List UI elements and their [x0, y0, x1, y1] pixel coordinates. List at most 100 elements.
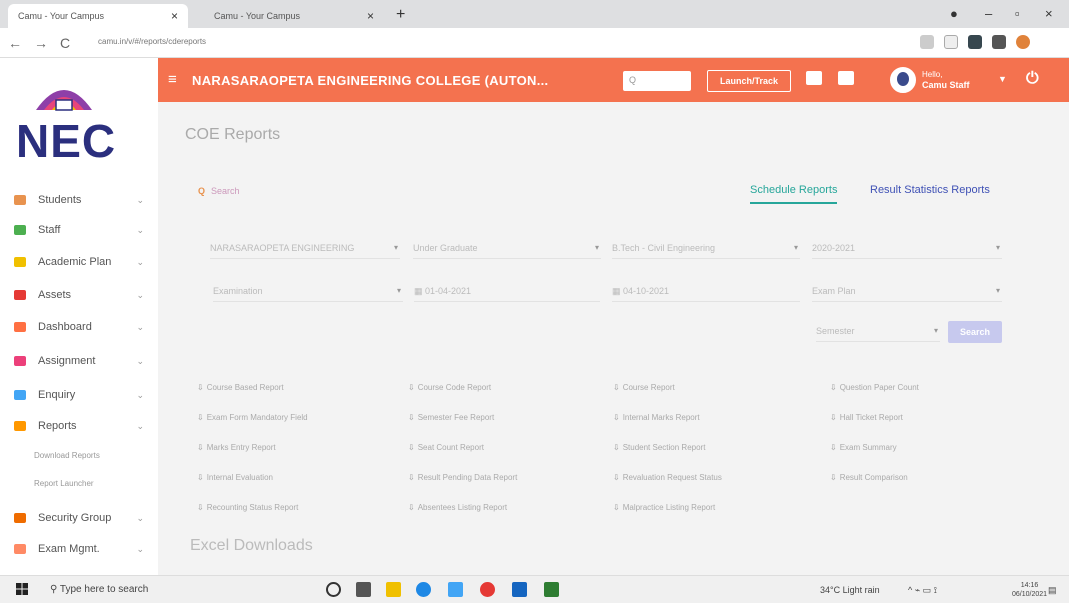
search-button[interactable]: Search: [948, 321, 1002, 343]
college-name: NARASARAOPETA ENGINEERING COLLEGE (AUTON…: [192, 73, 549, 88]
minimize-icon[interactable]: –: [985, 6, 992, 21]
sidebar-subitem-download-reports[interactable]: Download Reports: [34, 451, 100, 460]
avatar-icon[interactable]: [1016, 35, 1030, 49]
program-type-select[interactable]: Under Graduate ▾: [413, 239, 601, 259]
sidebar-item-assets[interactable]: Assets ⌄: [14, 284, 150, 306]
exam-type-select[interactable]: Examination ▾: [213, 282, 403, 302]
launch-track-button[interactable]: Launch/Track: [707, 70, 791, 92]
report-link[interactable]: ⇩ Exam Summary: [830, 443, 897, 452]
notification-icon[interactable]: ▤: [1048, 585, 1057, 596]
tab-schedule-reports[interactable]: Schedule Reports: [750, 184, 838, 204]
back-icon[interactable]: ←: [8, 35, 22, 51]
menu-icon[interactable]: ≡: [168, 71, 177, 88]
report-link[interactable]: ⇩ Result Comparison: [830, 473, 908, 482]
sidebar-item-reports[interactable]: Reports ⌄: [14, 415, 150, 437]
report-search[interactable]: Q Search: [198, 186, 240, 196]
report-link[interactable]: ⇩ Seat Count Report: [408, 443, 484, 452]
puzzle-icon[interactable]: [992, 35, 1006, 49]
new-tab-button[interactable]: +: [396, 6, 405, 24]
sidebar-item-students[interactable]: Students ⌄: [14, 189, 150, 211]
report-link[interactable]: ⇩ Question Paper Count: [830, 383, 919, 392]
report-link[interactable]: ⇩ Recounting Status Report: [197, 503, 298, 512]
excel-downloads-heading: Excel Downloads: [190, 537, 313, 554]
report-link[interactable]: ⇩ Absentees Listing Report: [408, 503, 507, 512]
department-select[interactable]: B.Tech - Civil Engineering ▾: [612, 239, 800, 259]
report-link[interactable]: ⇩ Revaluation Request Status: [613, 473, 722, 482]
sidebar-item-security-group[interactable]: Security Group ⌄: [14, 507, 150, 529]
institution-select[interactable]: NARASARAOPETA ENGINEERING ▾: [210, 239, 400, 259]
browser-tab-2[interactable]: Camu - Your Campus ×: [204, 4, 384, 28]
sidebar-item-exam-mgmt[interactable]: Exam Mgmt. ⌄: [14, 538, 150, 560]
sidebar-item-dashboard[interactable]: Dashboard ⌄: [14, 316, 150, 338]
download-icon: ⇩: [197, 443, 204, 452]
close-icon[interactable]: ×: [367, 9, 374, 23]
exam-plan-select[interactable]: Exam Plan ▾: [812, 282, 1002, 302]
url-field[interactable]: camu.in/v/#/reports/cdereports: [98, 37, 206, 46]
sidebar-item-staff[interactable]: Staff ⌄: [14, 219, 150, 241]
semester-select[interactable]: Semester ▾: [816, 322, 940, 342]
report-link[interactable]: ⇩ Course Code Report: [408, 383, 491, 392]
star-icon[interactable]: [944, 35, 958, 49]
profile-icon[interactable]: ●: [950, 6, 958, 21]
to-date-input[interactable]: ▦ 04-10-2021: [612, 282, 800, 302]
cortana-icon[interactable]: [326, 582, 341, 597]
chevron-down-icon: ▾: [393, 243, 398, 252]
chevron-down-icon: ⌄: [136, 321, 144, 332]
clock[interactable]: 14:16 06/10/2021: [1012, 581, 1047, 599]
tab-result-statistics-reports[interactable]: Result Statistics Reports: [870, 184, 990, 196]
report-link[interactable]: ⇩ Course Based Report: [197, 383, 284, 392]
tab-title: Camu - Your Campus: [18, 11, 105, 21]
sidebar-item-academic-plan[interactable]: Academic Plan ⌄: [14, 251, 150, 273]
edge-icon[interactable]: [416, 582, 431, 597]
excel-icon[interactable]: [544, 582, 559, 597]
sidebar-subitem-report-launcher[interactable]: Report Launcher: [34, 479, 94, 488]
tray-icons[interactable]: ^ ⌁ ▭ ⟟: [908, 585, 937, 596]
sidebar-item-enquiry[interactable]: Enquiry ⌄: [14, 384, 150, 406]
close-icon[interactable]: ×: [171, 9, 178, 23]
store-icon[interactable]: [448, 582, 463, 597]
window-close-icon[interactable]: ×: [1045, 6, 1053, 21]
sidebar-item-assignment[interactable]: Assignment ⌄: [14, 350, 150, 372]
download-icon: ⇩: [408, 383, 415, 392]
search-icon: Q: [198, 186, 206, 196]
report-link[interactable]: ⇩ Course Report: [613, 383, 675, 392]
browser-tab-1[interactable]: Camu - Your Campus ×: [8, 4, 188, 28]
avatar[interactable]: [890, 67, 916, 93]
power-icon[interactable]: ⏻: [1026, 70, 1039, 88]
windows-start-icon[interactable]: [16, 583, 28, 595]
word-icon[interactable]: [512, 582, 527, 597]
report-link[interactable]: ⇩ Semester Fee Report: [408, 413, 494, 422]
from-date-input[interactable]: ▦ 01-04-2021: [414, 282, 600, 302]
user-dropdown-icon[interactable]: ▼: [998, 74, 1007, 84]
report-link[interactable]: ⇩ Malpractice Listing Report: [613, 503, 715, 512]
forward-icon[interactable]: →: [34, 35, 48, 51]
search-icon: ⚲: [50, 584, 60, 595]
user-info[interactable]: Hello, Camu Staff: [922, 70, 970, 91]
reload-icon[interactable]: C: [60, 35, 70, 51]
weather-widget[interactable]: 34°C Light rain: [820, 585, 880, 595]
report-link[interactable]: ⇩ Exam Form Mandatory Field: [197, 413, 308, 422]
download-icon: ⇩: [408, 503, 415, 512]
maximize-icon[interactable]: ▫: [1015, 6, 1020, 21]
download-icon: ⇩: [830, 413, 837, 422]
report-link[interactable]: ⇩ Marks Entry Report: [197, 443, 276, 452]
report-link[interactable]: ⇩ Internal Evaluation: [197, 473, 273, 482]
extension-icon[interactable]: [968, 35, 982, 49]
download-icon: ⇩: [197, 473, 204, 482]
report-link[interactable]: ⇩ Result Pending Data Report: [408, 473, 517, 482]
download-icon: ⇩: [613, 473, 620, 482]
report-link[interactable]: ⇩ Student Section Report: [613, 443, 705, 452]
mail-icon[interactable]: [838, 71, 854, 85]
download-icon: ⇩: [408, 413, 415, 422]
file-explorer-icon[interactable]: [386, 582, 401, 597]
report-link[interactable]: ⇩ Hall Ticket Report: [830, 413, 903, 422]
report-link[interactable]: ⇩ Internal Marks Report: [613, 413, 700, 422]
header-search-input[interactable]: Q: [623, 71, 691, 91]
academic-year-select[interactable]: 2020-2021 ▾: [812, 239, 1002, 259]
staff-icon: [14, 225, 26, 235]
message-icon[interactable]: [806, 71, 822, 85]
task-view-icon[interactable]: [356, 582, 371, 597]
key-icon[interactable]: [920, 35, 934, 49]
chrome-icon[interactable]: [480, 582, 495, 597]
taskbar-search[interactable]: ⚲ Type here to search: [50, 584, 148, 595]
